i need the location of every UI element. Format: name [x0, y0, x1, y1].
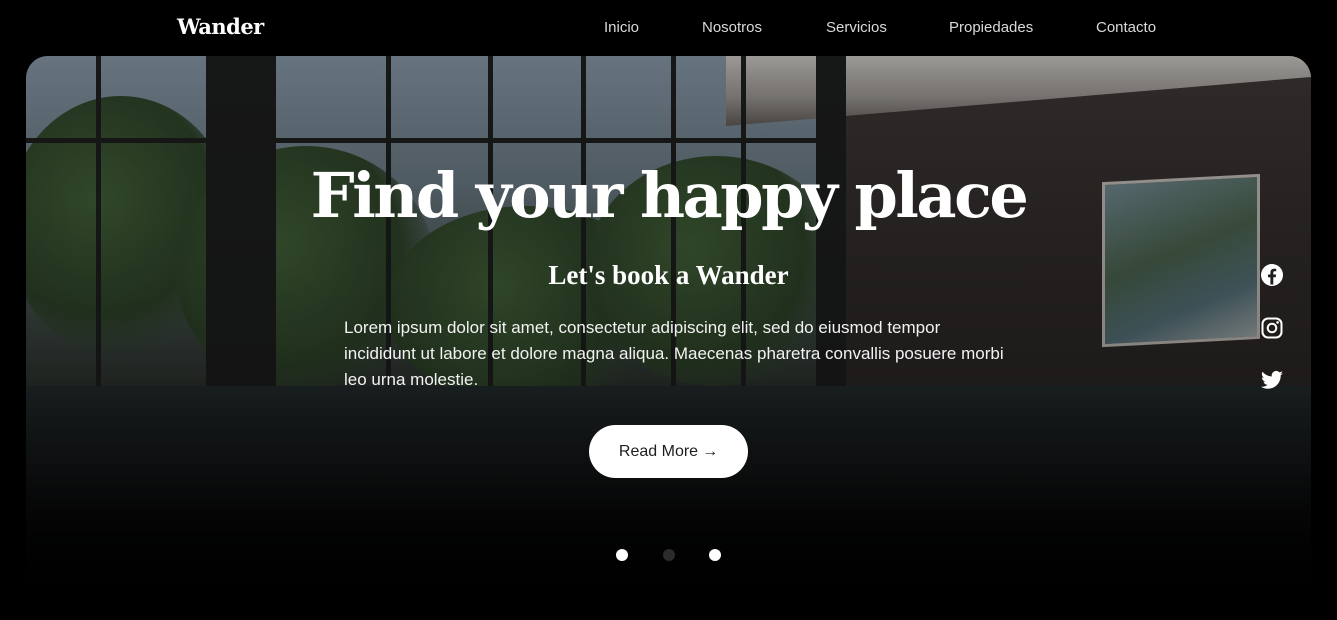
slider-pagination — [26, 549, 1311, 561]
read-more-button[interactable]: Read More → — [589, 425, 748, 478]
slide-dot-3[interactable] — [709, 549, 721, 561]
landing-page: Wander Inicio Nosotros Servicios Propied… — [0, 0, 1337, 620]
nav-link-nosotros[interactable]: Nosotros — [702, 19, 762, 36]
nav-link-contacto[interactable]: Contacto — [1096, 19, 1156, 36]
slide-dot-2[interactable] — [663, 549, 675, 561]
nav-link-servicios[interactable]: Servicios — [826, 19, 887, 36]
hero-title: Find your happy place — [310, 159, 1029, 232]
instagram-icon[interactable] — [1260, 316, 1284, 340]
main-nav: Inicio Nosotros Servicios Propiedades Co… — [0, 19, 1337, 39]
slide-dot-1[interactable] — [616, 549, 628, 561]
hero-subtitle: Let's book a Wander — [548, 260, 789, 290]
twitter-icon[interactable] — [1260, 368, 1284, 392]
facebook-icon[interactable] — [1260, 263, 1284, 287]
site-header: Wander Inicio Nosotros Servicios Propied… — [0, 0, 1337, 56]
hero-description: Lorem ipsum dolor sit amet, consectetur … — [344, 318, 1004, 389]
read-more-label: Read More — [618, 442, 699, 460]
social-links — [1260, 263, 1284, 393]
nav-link-propiedades[interactable]: Propiedades — [949, 19, 1033, 36]
arrow-right-icon: → — [702, 442, 719, 460]
hero-banner: Find your happy place Let's book a Wande… — [26, 56, 1311, 596]
nav-link-inicio[interactable]: Inicio — [604, 19, 639, 36]
